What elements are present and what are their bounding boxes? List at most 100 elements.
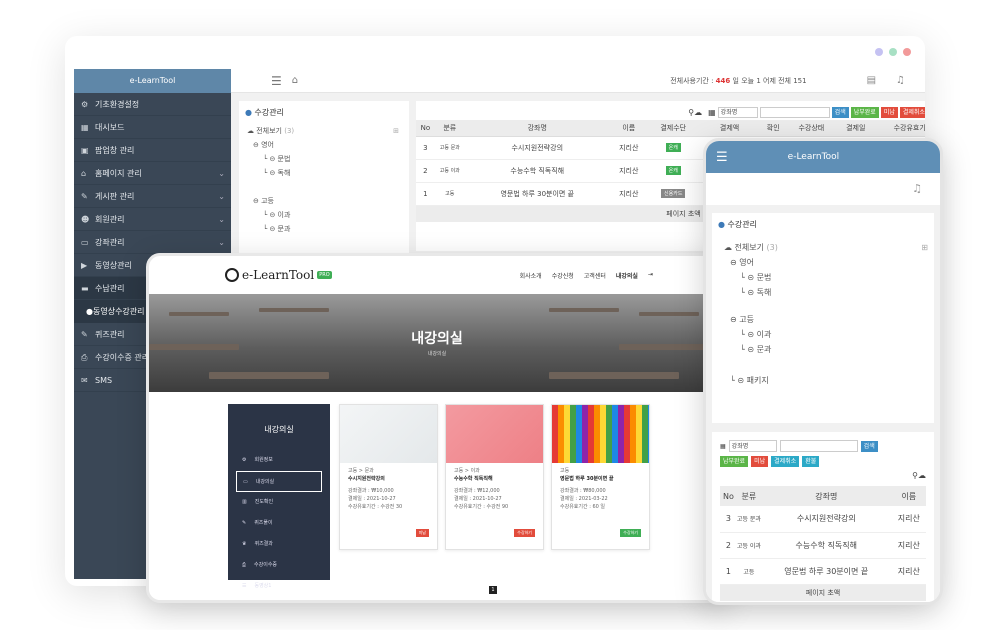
column-header[interactable]: 확인 xyxy=(760,120,786,137)
lecture-menu-item[interactable]: ▭ 내강의실 xyxy=(236,471,322,492)
calendar-icon[interactable]: ▦ xyxy=(708,108,716,117)
chevron-down-icon[interactable]: ⌄ xyxy=(218,162,225,185)
lecture-menu-item[interactable]: ⎙ 수강이수증 xyxy=(228,555,330,576)
lecture-menu-item[interactable]: ✎ 퀴즈풀이 xyxy=(228,513,330,534)
bell-icon[interactable]: ♫ xyxy=(706,173,940,205)
window-dot-purple[interactable] xyxy=(875,48,883,56)
calendar-icon[interactable]: ▦ xyxy=(720,443,726,450)
column-header[interactable]: 강좌명 xyxy=(760,486,892,506)
sidebar-brand[interactable]: e-LearnTool xyxy=(74,69,231,93)
sidebar-item[interactable]: ▣ 팝업창 관리 xyxy=(74,139,231,162)
tree-node[interactable]: └ ⊝ 이과 xyxy=(718,327,928,342)
course-card[interactable]: 고등 > 문과 수시지원전략강의 강좌결과 : ₩10,000 결제일 : 2021-… xyxy=(339,404,438,550)
search-icon[interactable]: ⚲☁ xyxy=(720,471,926,480)
card-action-button[interactable]: 수강하기 xyxy=(620,529,641,537)
card-title[interactable]: 수시지원전략강의 xyxy=(348,475,429,483)
expand-icon[interactable]: ⊞ xyxy=(393,124,399,138)
logout-icon[interactable]: ⇥ xyxy=(648,271,653,280)
search-icon[interactable]: ⚲☁ xyxy=(688,108,702,117)
sidebar-item[interactable]: ☻ 회원관리 ⌄ xyxy=(74,208,231,231)
tree-node[interactable]: └ ⊝ 문법 xyxy=(247,152,409,166)
tree-all[interactable]: ☁ 전체보기 (3) ⊞ xyxy=(718,240,928,255)
nav-item[interactable]: 회사소개 xyxy=(520,271,542,280)
lecture-menu-item[interactable]: ☰ 동영상1 xyxy=(228,576,330,597)
course-card[interactable]: 고등 > 이과 수능수학 직독직해 강좌결과 : ₩12,000 결제일 : 2021… xyxy=(445,404,544,550)
window-dot-red[interactable] xyxy=(903,48,911,56)
tree-node[interactable]: └ ⊝ 문과 xyxy=(247,222,409,236)
column-header[interactable]: 분류 xyxy=(434,120,465,137)
bell-icon[interactable]: ♫ xyxy=(896,75,905,86)
search-button[interactable]: 검색 xyxy=(831,107,849,118)
expand-icon[interactable]: ⊞ xyxy=(921,240,928,255)
filter-cancel-button[interactable]: 결제취소 xyxy=(771,456,800,467)
book-icon[interactable]: ▤ xyxy=(867,75,876,86)
column-header[interactable]: 이름 xyxy=(891,486,926,506)
tree-node[interactable]: └ ⊝ 독해 xyxy=(718,285,928,300)
column-header[interactable]: 이름 xyxy=(609,120,648,137)
tree-node[interactable]: ⊖ 고등 xyxy=(247,194,409,208)
chevron-down-icon[interactable]: ⌄ xyxy=(218,208,225,231)
tree-node[interactable]: ⊖ 고등 xyxy=(718,312,928,327)
column-header[interactable]: 분류 xyxy=(736,486,761,506)
filter-unpaid-button[interactable]: 미납 xyxy=(880,107,898,118)
cell-course[interactable]: 수능수학 직독직해 xyxy=(760,532,892,559)
tree-node[interactable]: └ ⊝ 독해 xyxy=(247,166,409,180)
search-input[interactable] xyxy=(779,440,858,452)
lecture-menu-item[interactable]: ⚙ 회원정보 xyxy=(228,450,330,471)
home-icon[interactable]: ⌂ xyxy=(292,75,298,86)
sidebar-item[interactable]: ⚙ 기초환경설정 xyxy=(74,93,231,116)
filter-refund-button[interactable]: 환불 xyxy=(802,456,820,467)
site-logo[interactable]: e-LearnTool PRO xyxy=(225,268,332,282)
course-thumbnail[interactable] xyxy=(340,405,437,463)
lecture-menu-item[interactable]: ♛ 퀴즈결과 xyxy=(228,534,330,555)
phone-brand[interactable]: e-LearnTool xyxy=(788,152,839,162)
cell-course[interactable]: 영문법 하루 30분이면 끝 xyxy=(760,558,892,585)
menu-icon[interactable]: ☰ xyxy=(716,150,728,165)
card-title[interactable]: 수능수학 직독직해 xyxy=(454,475,535,483)
cell-course[interactable]: 수시지원전략강의 xyxy=(760,506,892,533)
tree-node[interactable]: └ ⊝ 이과 xyxy=(247,208,409,222)
window-dot-green[interactable] xyxy=(889,48,897,56)
tree-all[interactable]: ☁ 전체보기 (3) ⊞ xyxy=(247,124,409,138)
filter-unpaid-button[interactable]: 미납 xyxy=(751,456,769,467)
search-button[interactable]: 검색 xyxy=(860,440,878,452)
tree-node[interactable]: └ ⊝ 문과 xyxy=(718,342,928,357)
filter-cancel-button[interactable]: 결제취소 xyxy=(899,107,925,118)
card-action-button[interactable]: 미납 xyxy=(415,529,429,537)
table-row[interactable]: 1 고등 영문법 하루 30분이면 끝 지리산 xyxy=(720,558,926,585)
table-row[interactable]: 2 고등 이과 수능수학 직독직해 지리산 xyxy=(720,532,926,559)
sidebar-item[interactable]: ▭ 강좌관리 ⌄ xyxy=(74,231,231,254)
course-thumbnail[interactable] xyxy=(552,405,649,463)
sidebar-item[interactable]: ⌂ 홈페이지 관리 ⌄ xyxy=(74,162,231,185)
sidebar-item[interactable]: ✎ 게시판 관리 ⌄ xyxy=(74,185,231,208)
nav-item[interactable]: 수강신청 xyxy=(552,271,574,280)
lecture-menu-item[interactable]: ▥ 진도확인 xyxy=(228,492,330,513)
search-input[interactable] xyxy=(759,107,830,118)
field-select[interactable]: 강좌명 xyxy=(728,440,777,452)
tree-node[interactable]: ⊖ 영어 xyxy=(718,255,928,270)
column-header[interactable]: No xyxy=(720,486,737,506)
cell-course[interactable]: 영문법 하루 30분이면 끝 xyxy=(464,182,610,206)
column-header[interactable]: No xyxy=(416,120,435,137)
column-header[interactable]: 강좌명 xyxy=(464,120,610,137)
tree-node[interactable]: └ ⊝ 문법 xyxy=(718,270,928,285)
filter-paid-button[interactable]: 납부완료 xyxy=(850,107,879,118)
nav-item[interactable]: 내강의실 xyxy=(616,271,638,280)
sidebar-item[interactable]: ▦ 대시보드 xyxy=(74,116,231,139)
column-header[interactable]: 결제수단 xyxy=(647,120,699,137)
column-header[interactable]: 수강유효기간 xyxy=(874,120,925,137)
nav-item[interactable]: 고객센터 xyxy=(584,271,606,280)
chevron-down-icon[interactable]: ⌄ xyxy=(218,185,225,208)
field-select[interactable]: 강좌명 xyxy=(717,107,758,118)
course-thumbnail[interactable] xyxy=(446,405,543,463)
tree-node[interactable]: └ ⊝ 패키지 xyxy=(718,373,928,388)
column-header[interactable]: 결제액 xyxy=(698,120,761,137)
page-button[interactable]: 1 xyxy=(489,586,497,594)
cell-course[interactable]: 수능수학 직독직해 xyxy=(464,159,610,183)
cell-course[interactable]: 수시지원전략강의 xyxy=(464,136,610,160)
card-title[interactable]: 영문법 하루 30분이면 끝 xyxy=(560,475,641,483)
filter-paid-button[interactable]: 납부완료 xyxy=(720,456,749,467)
tree-node[interactable]: ⊖ 영어 xyxy=(247,138,409,152)
menu-icon[interactable]: ☰ xyxy=(271,74,282,88)
card-action-button[interactable]: 수강하기 xyxy=(514,529,535,537)
